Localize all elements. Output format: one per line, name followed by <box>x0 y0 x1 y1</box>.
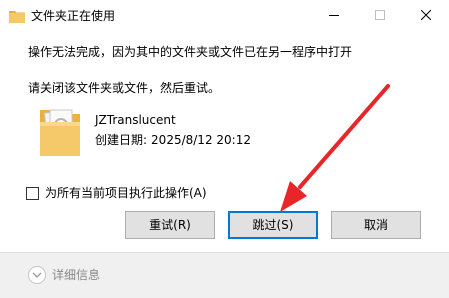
error-message: 操作无法完成，因为其中的文件夹或文件已在另一程序中打开 <box>28 45 353 59</box>
close-icon <box>421 10 431 20</box>
chevron-down-icon <box>32 272 42 278</box>
minimize-button[interactable] <box>311 0 357 32</box>
minimize-icon <box>329 15 339 16</box>
title-bar: 文件夹正在使用 <box>0 0 449 32</box>
folder-icon <box>9 11 25 23</box>
footer: 详细信息 <box>0 252 449 298</box>
cancel-button[interactable]: 取消 <box>331 211 421 239</box>
maximize-button[interactable] <box>357 0 403 32</box>
skip-button[interactable]: 跳过(S) <box>228 211 318 239</box>
file-date: 创建日期: 2025/8/12 20:12 <box>95 132 251 148</box>
instruction-message: 请关闭该文件夹或文件，然后重试。 <box>28 81 221 95</box>
maximize-icon <box>375 10 385 20</box>
retry-button[interactable]: 重试(R) <box>125 211 215 239</box>
details-label[interactable]: 详细信息 <box>52 267 100 283</box>
date-label: 创建日期: <box>95 133 148 147</box>
folder-icon <box>40 109 80 156</box>
window-title: 文件夹正在使用 <box>31 9 116 23</box>
file-name: JZTranslucent <box>95 113 176 127</box>
apply-all-checkbox[interactable] <box>26 186 39 200</box>
close-button[interactable] <box>403 0 449 32</box>
date-value: 2025/8/12 20:12 <box>151 133 251 147</box>
expand-details-button[interactable] <box>28 266 46 284</box>
apply-all-label[interactable]: 为所有当前项目执行此操作(A) <box>45 185 207 201</box>
apply-all-option[interactable]: 为所有当前项目执行此操作(A) <box>26 185 207 201</box>
